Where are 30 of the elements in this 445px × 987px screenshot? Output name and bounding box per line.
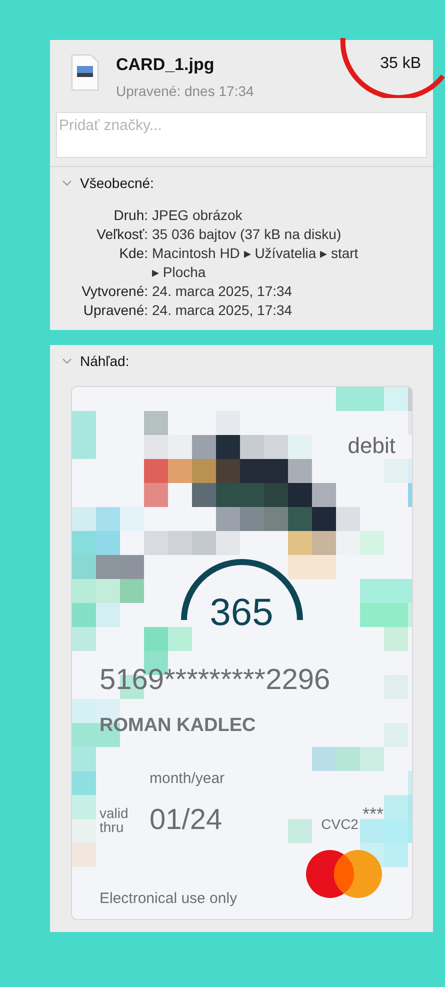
section-title: Náhľad: xyxy=(80,352,130,370)
info-value: Macintosh HD ▸ Užívatelia ▸ start ▸ Plocha xyxy=(152,244,360,282)
tags-field[interactable]: Pridať značky... xyxy=(56,112,427,158)
chevron-icon[interactable] xyxy=(62,358,72,364)
valid-thru-label: valid thru xyxy=(100,806,130,834)
chevron-icon[interactable] xyxy=(62,180,72,186)
card-number: 5169*********2296 xyxy=(100,666,332,694)
mastercard-logo-icon xyxy=(306,850,382,898)
info-value: JPEG obrázok xyxy=(152,206,244,224)
modified-date: Upravené: dnes 17:34 xyxy=(116,82,254,101)
cvc-label: CVC2 xyxy=(321,814,358,834)
info-label: Veľkosť: xyxy=(96,224,148,244)
info-label: Druh: xyxy=(112,206,148,224)
info-label: Kde: xyxy=(118,244,148,262)
expiry-caption: month/year xyxy=(150,769,226,789)
info-value: 24. marca 2025, 17:34 xyxy=(152,282,294,300)
file-name: CARD_1.jpg xyxy=(116,54,216,76)
jpg-file-icon xyxy=(70,54,100,92)
info-value: 24. marca 2025, 17:34 xyxy=(152,300,294,320)
info-label: Upravené: xyxy=(82,300,148,320)
card-type: debit xyxy=(348,432,396,460)
file-size: 35 kB xyxy=(380,54,421,74)
card-footer-text: Electronical use only xyxy=(100,889,238,909)
card-logo-text: 365 xyxy=(210,594,274,632)
expiry-date: 01/24 xyxy=(150,802,222,838)
cvc-value: *** xyxy=(362,802,384,826)
info-value: 35 036 bajtov (37 kB na disku) xyxy=(152,224,342,244)
cardholder-name: ROMAN KADLEC xyxy=(100,714,257,738)
section-title: Všeobecné: xyxy=(80,174,154,192)
info-label: Vytvorené: xyxy=(80,282,148,300)
